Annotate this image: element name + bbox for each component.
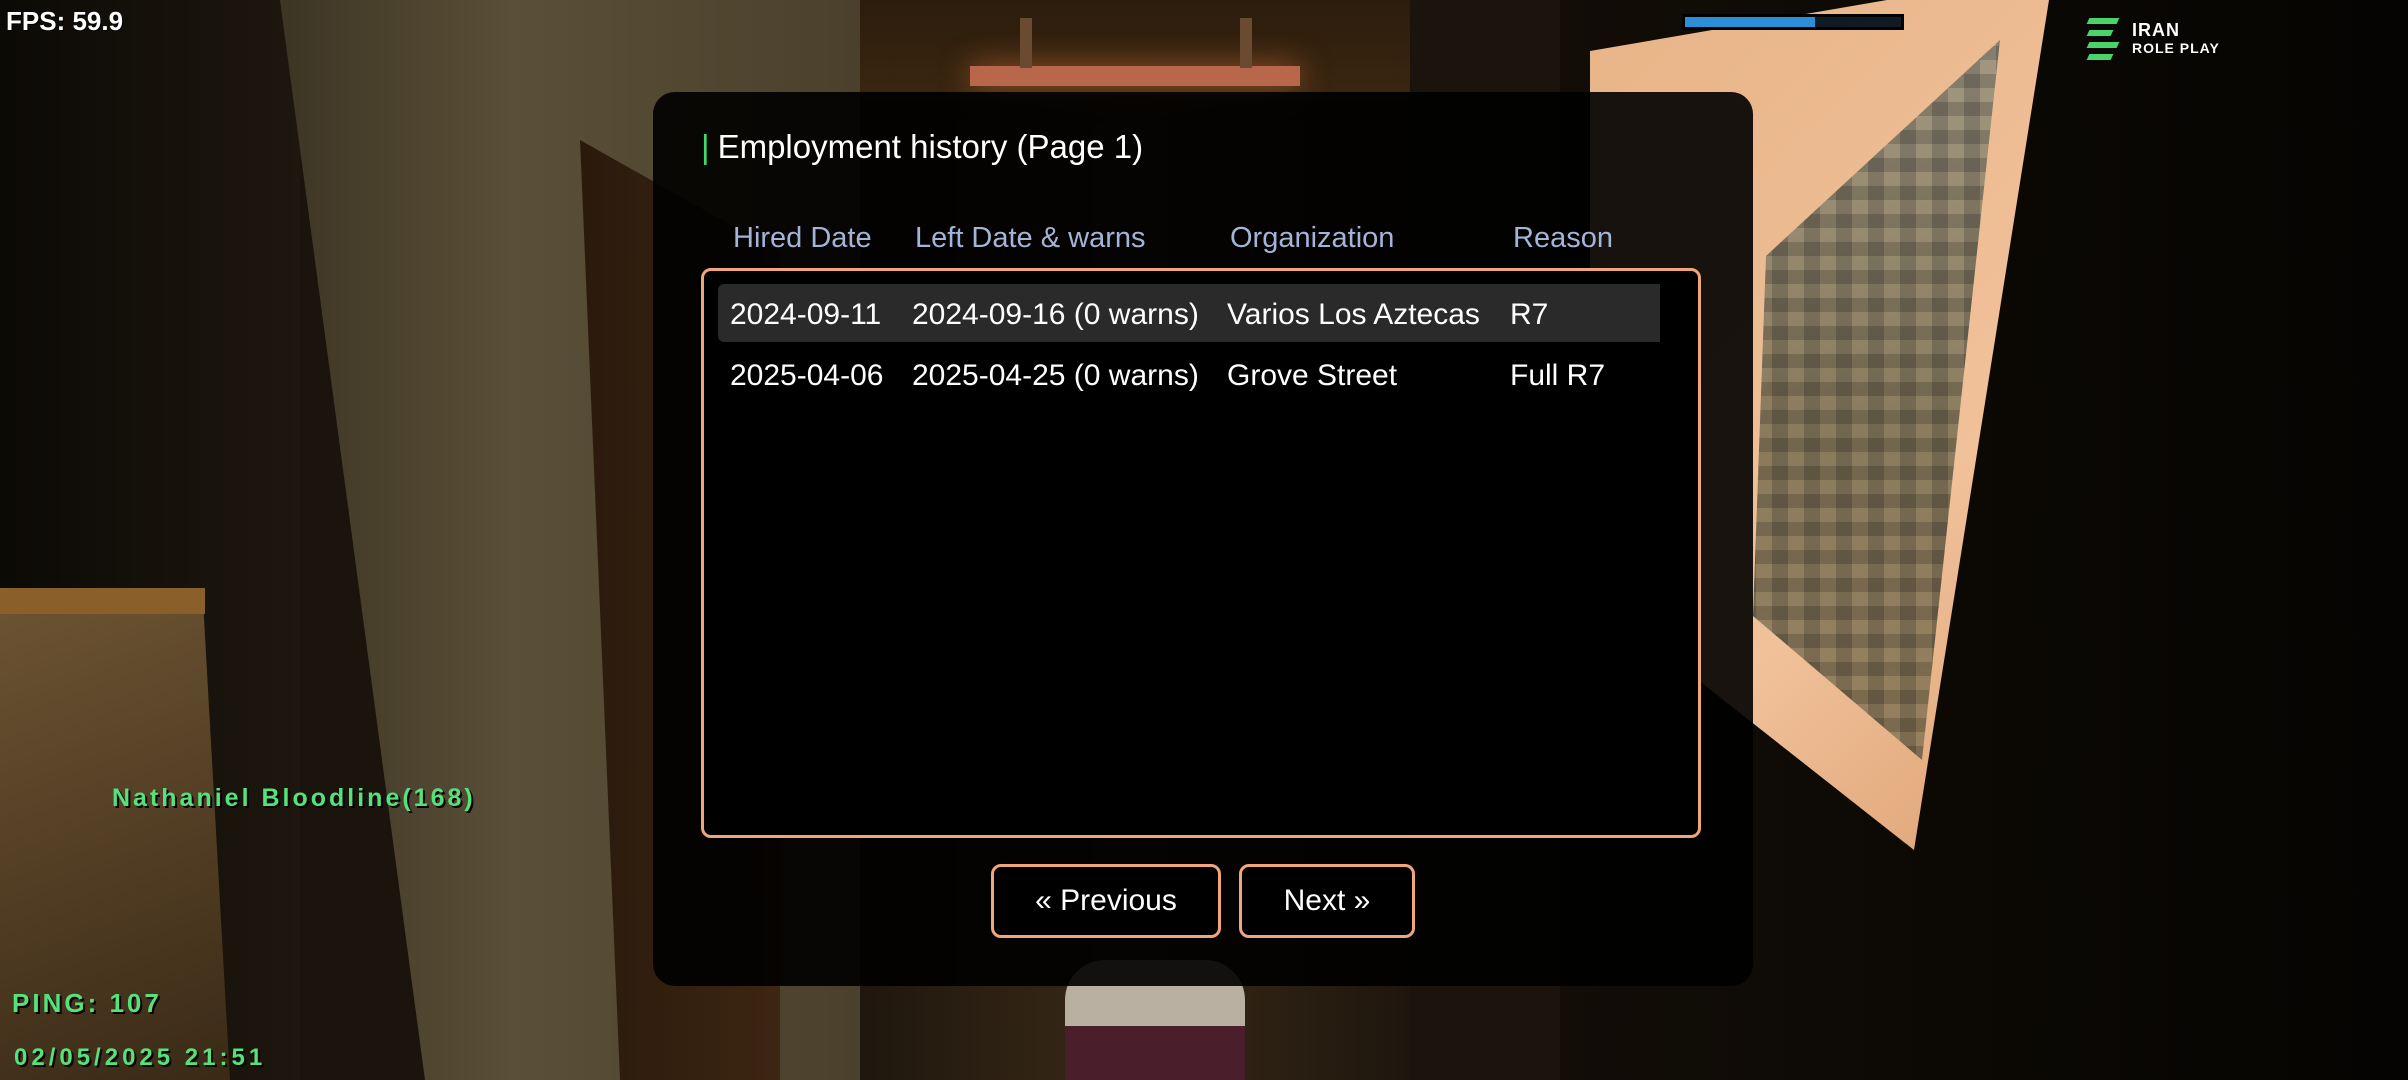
player-nametag: Nathaniel Bloodline(168): [112, 784, 476, 812]
ping-display: PING: 107: [12, 988, 162, 1018]
column-header-left-date: Left Date & warns: [915, 222, 1146, 254]
dialog-title: | Employment history (Page 1): [701, 128, 1143, 166]
health-bar: [1682, 14, 1904, 30]
list-row[interactable]: 2025-04-06 2025-04-25 (0 warns) Grove St…: [718, 345, 1660, 403]
cell-hired-date: 2024-09-11: [730, 298, 882, 331]
column-header-hired-date: Hired Date: [733, 222, 872, 254]
lamp-post: [1020, 18, 1032, 68]
logo-stripes-icon: [2086, 16, 2126, 60]
next-page-button[interactable]: Next »: [1239, 864, 1415, 938]
employment-history-dialog: | Employment history (Page 1) Hired Date …: [653, 92, 1753, 986]
column-header-organization: Organization: [1230, 222, 1395, 254]
cell-hired-date: 2025-04-06: [730, 359, 884, 392]
column-header-reason: Reason: [1513, 222, 1613, 254]
fps-counter: FPS: 59.9: [6, 6, 124, 36]
list-row[interactable]: 2024-09-11 2024-09-16 (0 warns) Varios L…: [718, 284, 1660, 342]
cell-reason: R7: [1510, 298, 1549, 331]
server-logo: IRAN ROLE PLAY: [2086, 16, 2248, 64]
logo-text-line1: IRAN: [2132, 20, 2180, 40]
cell-organization: Grove Street: [1227, 359, 1398, 392]
health-bar-fill: [1685, 17, 1815, 27]
previous-page-button[interactable]: « Previous: [991, 864, 1221, 938]
ceiling-lamp: [970, 66, 1300, 86]
dialog-title-text: Employment history (Page 1): [717, 128, 1144, 165]
employment-list[interactable]: 2024-09-11 2024-09-16 (0 warns) Varios L…: [701, 268, 1701, 838]
logo-text-line2: ROLE PLAY: [2132, 40, 2220, 56]
cell-organization: Varios Los Aztecas: [1227, 298, 1480, 331]
title-accent-bar: |: [701, 128, 710, 165]
cabinet-top: [0, 588, 205, 614]
lamp-post: [1240, 18, 1252, 68]
column-headers: Hired Date Left Date & warns Organizatio…: [733, 222, 1693, 262]
cell-reason: Full R7: [1510, 359, 1606, 392]
cell-left-date: 2024-09-16 (0 warns): [912, 298, 1199, 331]
cell-left-date: 2025-04-25 (0 warns): [912, 359, 1199, 392]
date-time-display: 02/05/2025 21:51: [14, 1044, 267, 1071]
